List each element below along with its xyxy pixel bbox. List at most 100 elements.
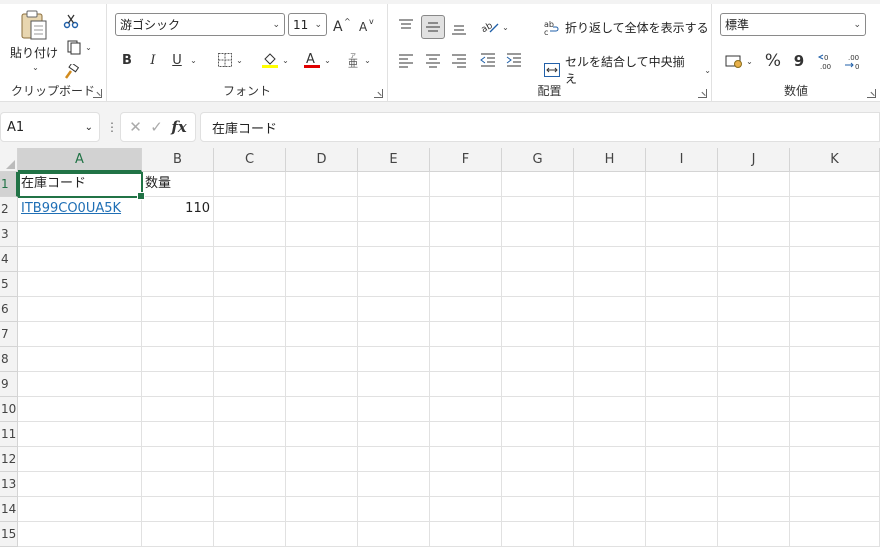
cell-g4[interactable] bbox=[502, 247, 574, 272]
cell-j1[interactable] bbox=[718, 172, 790, 197]
increase-decimal-button[interactable]: 0.00 bbox=[816, 50, 838, 72]
cell-a5[interactable] bbox=[18, 272, 142, 297]
cell-j6[interactable] bbox=[718, 297, 790, 322]
cell-a7[interactable] bbox=[18, 322, 142, 347]
cell-i8[interactable] bbox=[646, 347, 718, 372]
cell-c14[interactable] bbox=[214, 497, 286, 522]
cancel-entry-icon[interactable]: ✕ bbox=[129, 118, 142, 136]
cell-d1[interactable] bbox=[286, 172, 358, 197]
cell-g14[interactable] bbox=[502, 497, 574, 522]
copy-dropdown-chevron-icon[interactable]: ⌄ bbox=[85, 43, 92, 52]
cell-h10[interactable] bbox=[574, 397, 646, 422]
cell-k11[interactable] bbox=[790, 422, 880, 447]
cell-g12[interactable] bbox=[502, 447, 574, 472]
cell-g5[interactable] bbox=[502, 272, 574, 297]
paste-button[interactable] bbox=[14, 8, 54, 42]
cell-c1[interactable] bbox=[214, 172, 286, 197]
cell-k9[interactable] bbox=[790, 372, 880, 397]
cell-c12[interactable] bbox=[214, 447, 286, 472]
cell-h13[interactable] bbox=[574, 472, 646, 497]
column-header-i[interactable]: I bbox=[646, 148, 718, 172]
cell-d13[interactable] bbox=[286, 472, 358, 497]
cell-c15[interactable] bbox=[214, 522, 286, 547]
cell-e15[interactable] bbox=[358, 522, 430, 547]
cell-f8[interactable] bbox=[430, 347, 502, 372]
row-header-15[interactable]: 15 bbox=[0, 522, 18, 547]
row-header-13[interactable]: 13 bbox=[0, 472, 18, 497]
cell-d4[interactable] bbox=[286, 247, 358, 272]
align-left-button[interactable] bbox=[396, 50, 416, 70]
cell-i6[interactable] bbox=[646, 297, 718, 322]
cell-b14[interactable] bbox=[142, 497, 214, 522]
decrease-font-size-button[interactable]: Av bbox=[357, 15, 377, 35]
cell-a15[interactable] bbox=[18, 522, 142, 547]
cell-e11[interactable] bbox=[358, 422, 430, 447]
accounting-format-button[interactable]: ⌄ bbox=[722, 51, 756, 71]
row-header-3[interactable]: 3 bbox=[0, 222, 18, 247]
cell-e7[interactable] bbox=[358, 322, 430, 347]
cell-h14[interactable] bbox=[574, 497, 646, 522]
cell-g7[interactable] bbox=[502, 322, 574, 347]
cell-i5[interactable] bbox=[646, 272, 718, 297]
number-format-select[interactable]: 標準 ⌄ bbox=[720, 13, 866, 36]
cell-i10[interactable] bbox=[646, 397, 718, 422]
cell-h11[interactable] bbox=[574, 422, 646, 447]
cell-h12[interactable] bbox=[574, 447, 646, 472]
cell-a9[interactable] bbox=[18, 372, 142, 397]
cell-g6[interactable] bbox=[502, 297, 574, 322]
column-header-h[interactable]: H bbox=[574, 148, 646, 172]
row-header-14[interactable]: 14 bbox=[0, 497, 18, 522]
cell-j7[interactable] bbox=[718, 322, 790, 347]
cell-a2[interactable]: ITB99CO0UA5K bbox=[18, 197, 142, 222]
cell-k13[interactable] bbox=[790, 472, 880, 497]
cell-k10[interactable] bbox=[790, 397, 880, 422]
column-header-f[interactable]: F bbox=[430, 148, 502, 172]
cell-f7[interactable] bbox=[430, 322, 502, 347]
formula-input[interactable]: 在庫コード bbox=[200, 112, 880, 142]
cell-c6[interactable] bbox=[214, 297, 286, 322]
column-header-e[interactable]: E bbox=[358, 148, 430, 172]
phonetic-guide-button[interactable]: ア 亜 ⌄ bbox=[343, 50, 375, 70]
cell-j2[interactable] bbox=[718, 197, 790, 222]
cell-g13[interactable] bbox=[502, 472, 574, 497]
cell-d5[interactable] bbox=[286, 272, 358, 297]
wrap-text-button[interactable]: ab c 折り返して全体を表示する bbox=[544, 19, 709, 36]
cell-b2[interactable]: 110 bbox=[142, 197, 214, 222]
cell-j12[interactable] bbox=[718, 447, 790, 472]
cell-c9[interactable] bbox=[214, 372, 286, 397]
cell-i3[interactable] bbox=[646, 222, 718, 247]
cell-a13[interactable] bbox=[18, 472, 142, 497]
cell-f5[interactable] bbox=[430, 272, 502, 297]
cell-j4[interactable] bbox=[718, 247, 790, 272]
cell-g3[interactable] bbox=[502, 222, 574, 247]
cell-c4[interactable] bbox=[214, 247, 286, 272]
cell-g9[interactable] bbox=[502, 372, 574, 397]
format-painter-button[interactable] bbox=[62, 63, 80, 81]
cell-i9[interactable] bbox=[646, 372, 718, 397]
cell-i7[interactable] bbox=[646, 322, 718, 347]
cut-button[interactable] bbox=[62, 12, 80, 30]
cell-k6[interactable] bbox=[790, 297, 880, 322]
cell-e5[interactable] bbox=[358, 272, 430, 297]
cell-d11[interactable] bbox=[286, 422, 358, 447]
increase-indent-button[interactable] bbox=[504, 50, 524, 70]
cell-e9[interactable] bbox=[358, 372, 430, 397]
cell-f2[interactable] bbox=[430, 197, 502, 222]
cell-d8[interactable] bbox=[286, 347, 358, 372]
cell-d9[interactable] bbox=[286, 372, 358, 397]
percent-style-button[interactable]: % bbox=[763, 50, 783, 72]
cell-i15[interactable] bbox=[646, 522, 718, 547]
row-header-1[interactable]: 1 bbox=[0, 172, 18, 197]
cell-j3[interactable] bbox=[718, 222, 790, 247]
cell-f6[interactable] bbox=[430, 297, 502, 322]
borders-button[interactable]: ⌄ bbox=[213, 51, 247, 69]
select-all-button[interactable] bbox=[0, 148, 18, 172]
row-header-4[interactable]: 4 bbox=[0, 247, 18, 272]
cell-a11[interactable] bbox=[18, 422, 142, 447]
italic-button[interactable]: I bbox=[145, 50, 161, 70]
cell-j11[interactable] bbox=[718, 422, 790, 447]
name-box-chevron-down-icon[interactable]: ⌄ bbox=[85, 122, 93, 133]
cell-g15[interactable] bbox=[502, 522, 574, 547]
cell-k1[interactable] bbox=[790, 172, 880, 197]
cell-e10[interactable] bbox=[358, 397, 430, 422]
